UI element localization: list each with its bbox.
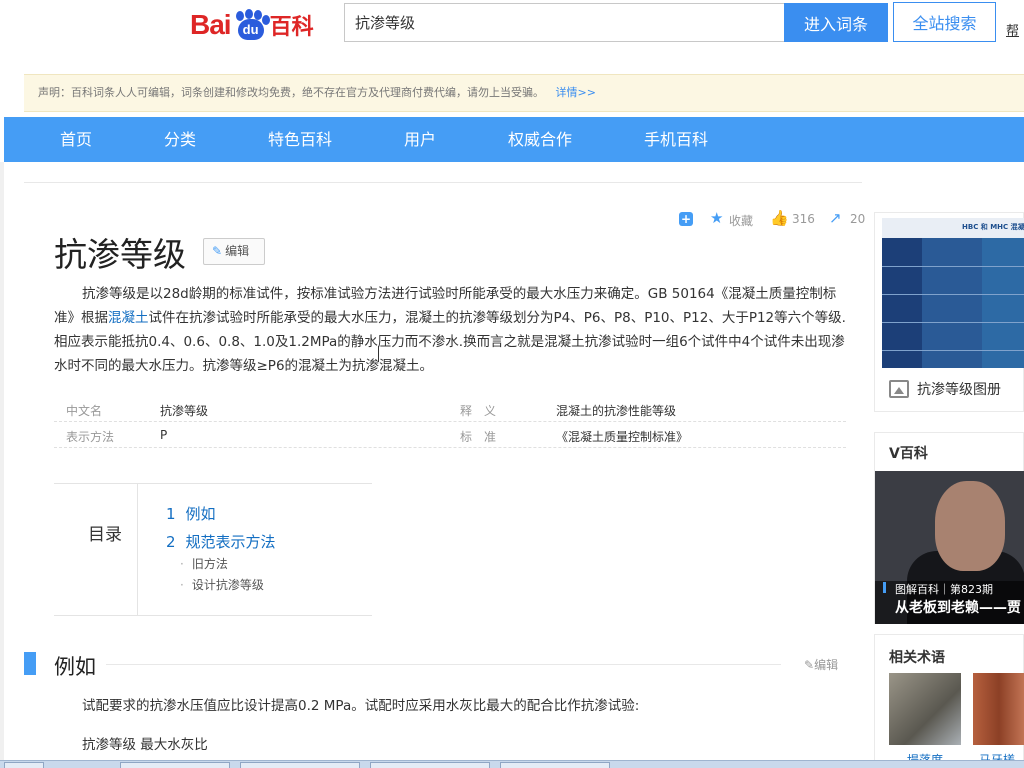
info-value: 混凝土的抗渗性能等级: [556, 404, 677, 418]
site-header: Bai du 百科 进入词条 全站搜索 帮: [0, 0, 1024, 62]
image-icon: [889, 380, 909, 398]
pencil-icon: ✎: [212, 244, 223, 258]
nav-item-home[interactable]: 首页: [60, 117, 92, 162]
basic-info-row: 中文名 抗渗等级 释 义 混凝土的抗渗性能等级: [54, 396, 846, 422]
vbaike-headline[interactable]: 从老板到老赖——贾: [895, 597, 1021, 617]
vbaike-card[interactable]: V百科 图解百科｜第823期 从老板到老赖——贾: [874, 432, 1024, 624]
info-value: P: [160, 428, 168, 442]
album-caption[interactable]: 抗渗等级图册: [889, 379, 1001, 399]
logo-du-text: du: [237, 19, 264, 40]
favorite-button[interactable]: 收藏: [729, 212, 753, 229]
info-value: 抗渗等级: [160, 404, 209, 418]
info-key: 表示方法: [66, 430, 115, 444]
star-icon[interactable]: ★: [710, 209, 723, 227]
toc-item-example[interactable]: 1 例如: [166, 503, 216, 524]
concrete-link[interactable]: 混凝土: [108, 310, 149, 326]
page-left-gutter: [0, 162, 4, 768]
toc-label: 目录: [88, 525, 122, 545]
nav-item-partnership[interactable]: 权威合作: [508, 117, 572, 162]
share-icon[interactable]: ↗: [829, 209, 842, 227]
edit-button[interactable]: ✎ 编辑: [203, 238, 265, 265]
section-title: 例如: [54, 655, 96, 679]
taskbar-button[interactable]: [240, 762, 360, 768]
disclaimer-notice: 声明：百科词条人人可编辑，词条创建和修改均免费，绝不存在官方及代理商付费代编，请…: [24, 74, 1024, 112]
term-thumbnail[interactable]: [889, 673, 961, 745]
os-taskbar: [0, 760, 1024, 768]
nav-item-user[interactable]: 用户: [404, 117, 436, 162]
search-input[interactable]: [344, 3, 784, 42]
add-icon[interactable]: +: [679, 212, 693, 226]
table-of-contents: 目录 1 例如 2 规范表示方法 · 旧方法 · 设计抗渗等级: [54, 483, 372, 616]
album-header-text: HBC 和 MHC 混凝: [962, 223, 1024, 231]
nav-item-category[interactable]: 分类: [164, 117, 196, 162]
pencil-icon: ✎: [804, 658, 815, 672]
taskbar-button[interactable]: [370, 762, 490, 768]
info-key: 标 准: [460, 430, 497, 444]
share-count: 20: [850, 212, 866, 226]
toc-item-spec[interactable]: 2 规范表示方法: [166, 531, 276, 552]
album-thumbnail[interactable]: HBC 和 MHC 混凝: [882, 218, 1024, 368]
notice-details-link[interactable]: 详情>>: [556, 86, 596, 99]
section-divider: [106, 664, 781, 665]
vbaike-title: V百科: [889, 446, 928, 462]
vbaike-accent: [883, 582, 886, 593]
logo-baike-text: 百科: [269, 15, 314, 40]
related-terms-card: 相关术语 堤落度 马牙槎: [874, 634, 1024, 768]
like-count: 316: [792, 212, 815, 226]
thumbs-up-icon[interactable]: 👍: [770, 209, 789, 227]
section-edit-button[interactable]: ✎编辑: [804, 656, 838, 673]
main-nav: 首页 分类 特色百科 用户 权威合作 手机百科: [4, 117, 1024, 162]
term-thumbnail[interactable]: [973, 673, 1024, 745]
nav-item-mobile[interactable]: 手机百科: [644, 117, 708, 162]
help-link[interactable]: 帮: [1006, 20, 1019, 39]
section-paragraph: 抗渗等级 最大水灰比: [82, 737, 208, 753]
notice-text: 声明：百科词条人人可编辑，词条创建和修改均免费，绝不存在官方及代理商付费代编，请…: [38, 86, 544, 99]
paw-icon: du: [232, 9, 270, 41]
basic-info-row: 表示方法 P 标 准 《混凝土质量控制标准》: [54, 422, 846, 448]
toc-divider: [137, 484, 138, 616]
logo-bai-text: Bai: [190, 9, 232, 40]
info-value: 《混凝土质量控制标准》: [556, 430, 689, 444]
info-key: 中文名: [66, 404, 103, 418]
page-title: 抗渗等级: [54, 235, 186, 274]
site-search-button[interactable]: 全站搜索: [893, 2, 996, 42]
section-accent-bar: [24, 652, 36, 675]
toc-subitem-design-grade[interactable]: · 设计抗渗等级: [180, 576, 264, 593]
taskbar-button[interactable]: [500, 762, 610, 768]
taskbar-button[interactable]: [120, 762, 230, 768]
toc-subitem-old-method[interactable]: · 旧方法: [180, 555, 228, 572]
enter-entry-button[interactable]: 进入词条: [784, 3, 888, 42]
taskbar-start-button[interactable]: [4, 762, 44, 768]
article-summary: 抗渗等级是以28d龄期的标准试件，按标准试验方法进行试验时所能承受的最大水压力来…: [54, 282, 846, 378]
text-cursor: [378, 346, 379, 362]
browser-page: Bai du 百科 进入词条 全站搜索 帮 声明：百科词条人人可编辑，词条创建和…: [0, 0, 1024, 768]
vbaike-issue: 图解百科｜第823期: [895, 583, 993, 596]
edit-button-label: 编辑: [225, 244, 250, 258]
info-key: 释 义: [460, 404, 497, 418]
nav-item-featured[interactable]: 特色百科: [268, 117, 332, 162]
section-paragraph: 试配要求的抗渗水压值应比设计提高0.2 MPa。试配时应采用水灰比最大的配合比作…: [82, 698, 640, 714]
related-terms-title: 相关术语: [889, 650, 945, 666]
summary-text-2: 试件在抗渗试验时所能承受的最大水压力，混凝土的抗渗等级划分为P4、P6、P8、P…: [54, 310, 846, 374]
baidu-baike-logo[interactable]: Bai du 百科: [190, 8, 314, 42]
album-card[interactable]: HBC 和 MHC 混凝 抗渗等级图册: [874, 212, 1024, 412]
